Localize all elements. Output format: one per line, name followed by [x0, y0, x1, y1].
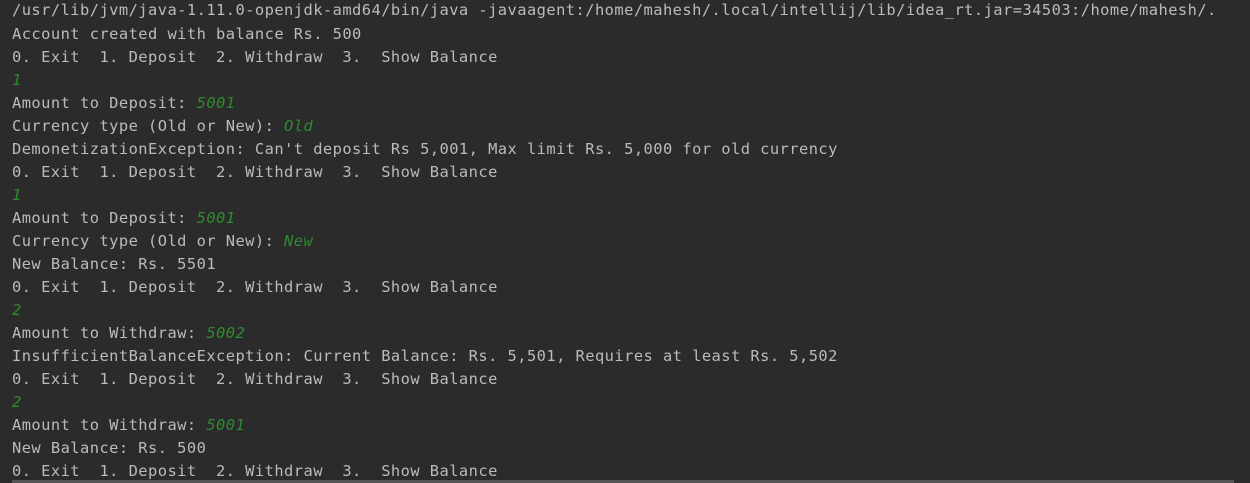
console-user-input: 5002 — [206, 324, 246, 342]
console-output-text: 0. Exit 1. Deposit 2. Withdraw 3. Show B… — [12, 163, 498, 181]
console-line: Amount to Withdraw: 5002 — [12, 322, 1244, 345]
console-user-input: 5001 — [206, 416, 246, 434]
console-line: New Balance: Rs. 500 — [12, 437, 1244, 460]
console-command-line: /usr/lib/jvm/java-1.11.0-openjdk-amd64/b… — [12, 1, 1217, 19]
console-output-text: Amount to Deposit: — [12, 209, 197, 227]
console-line: InsufficientBalanceException: Current Ba… — [12, 345, 1244, 368]
console-output-text: 0. Exit 1. Deposit 2. Withdraw 3. Show B… — [12, 370, 498, 388]
console-line: Currency type (Old or New): New — [12, 230, 1244, 253]
console-output-text: 0. Exit 1. Deposit 2. Withdraw 3. Show B… — [12, 48, 498, 66]
console-line: 0. Exit 1. Deposit 2. Withdraw 3. Show B… — [12, 46, 1244, 69]
console-user-input: 2 — [12, 393, 22, 411]
console-line: 1 — [12, 184, 1244, 207]
console-output-text: Currency type (Old or New): — [12, 232, 285, 250]
console-line: Currency type (Old or New): Old — [12, 115, 1244, 138]
console-output-text: Amount to Withdraw: — [12, 324, 207, 342]
console-line: New Balance: Rs. 5501 — [12, 253, 1244, 276]
console-user-input: 1 — [12, 71, 22, 89]
console-user-input: 1 — [12, 186, 22, 204]
console-output-text: DemonetizationException: Can't deposit R… — [12, 140, 838, 158]
console-output-text: Currency type (Old or New): — [12, 117, 285, 135]
console-line: 0. Exit 1. Deposit 2. Withdraw 3. Show B… — [12, 276, 1244, 299]
console-output-text: 0. Exit 1. Deposit 2. Withdraw 3. Show B… — [12, 278, 498, 296]
console-line: 1 — [12, 69, 1244, 92]
console-output-text: New Balance: Rs. 500 — [12, 439, 207, 457]
console-line: 2 — [12, 391, 1244, 414]
console-line: 0. Exit 1. Deposit 2. Withdraw 3. Show B… — [12, 368, 1244, 391]
console-output-text: Amount to Deposit: — [12, 94, 197, 112]
console-output-text: Amount to Withdraw: — [12, 416, 207, 434]
console-user-input: 2 — [12, 301, 22, 319]
console-line: Amount to Deposit: 5001 — [12, 207, 1244, 230]
console-line: DemonetizationException: Can't deposit R… — [12, 138, 1244, 161]
console-output-text: InsufficientBalanceException: Current Ba… — [12, 347, 838, 365]
console-user-input: Old — [284, 117, 314, 135]
console-line: Amount to Withdraw: 5001 — [12, 414, 1244, 437]
console-user-input: New — [284, 232, 314, 250]
console-line: 2 — [12, 299, 1244, 322]
console-line: 0. Exit 1. Deposit 2. Withdraw 3. Show B… — [12, 161, 1244, 184]
console-output-text: New Balance: Rs. 5501 — [12, 255, 217, 273]
console-line: Account created with balance Rs. 500 — [12, 23, 1244, 46]
run-console-output[interactable]: /usr/lib/jvm/java-1.11.0-openjdk-amd64/b… — [0, 0, 1250, 483]
console-user-input: 5001 — [196, 209, 236, 227]
console-lines: /usr/lib/jvm/java-1.11.0-openjdk-amd64/b… — [12, 0, 1244, 483]
console-line: Amount to Deposit: 5001 — [12, 92, 1244, 115]
console-output-text: 0. Exit 1. Deposit 2. Withdraw 3. Show B… — [12, 462, 498, 480]
console-output-text: Account created with balance Rs. 500 — [12, 25, 362, 43]
console-user-input: 5001 — [196, 94, 236, 112]
